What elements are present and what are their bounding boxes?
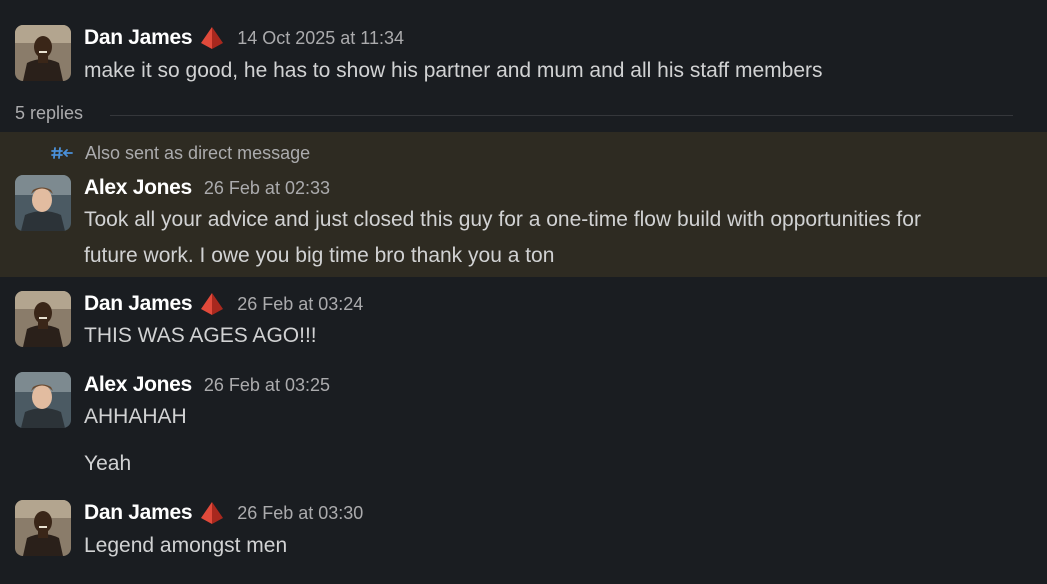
avatar-alex-jones[interactable] <box>15 175 71 231</box>
avatar-alex-jones-image <box>15 175 71 231</box>
avatar-dan-james[interactable] <box>15 25 71 81</box>
timestamp[interactable]: 26 Feb at 03:30 <box>237 503 363 524</box>
message-text: AHHAHAH <box>84 405 187 428</box>
red-pyramid-icon <box>199 501 225 525</box>
timestamp[interactable]: 14 Oct 2025 at 11:34 <box>237 28 404 49</box>
message-followup-text: Yeah <box>84 452 132 475</box>
avatar-dan-james[interactable] <box>15 291 71 347</box>
replies-divider <box>110 115 1013 116</box>
red-pyramid-icon <box>199 292 225 316</box>
also-sent-note: Also sent as direct message <box>51 141 310 165</box>
avatar-dan-james[interactable] <box>15 500 71 556</box>
also-sent-label: Also sent as direct message <box>85 142 311 163</box>
avatar-alex-jones-image <box>15 372 71 428</box>
hash-arrow-icon <box>51 145 73 161</box>
avatar-dan-james-image <box>15 291 71 347</box>
message-text-line-2: future work. I owe you big time bro than… <box>84 244 555 267</box>
message-text-line-1: Took all your advice and just closed thi… <box>84 208 921 231</box>
message-text: make it so good, he has to show his part… <box>84 59 823 82</box>
author-name[interactable]: Dan James <box>84 292 193 316</box>
timestamp[interactable]: 26 Feb at 03:24 <box>237 294 363 315</box>
author-name[interactable]: Dan James <box>84 501 193 525</box>
timestamp[interactable]: 26 Feb at 02:33 <box>204 178 330 199</box>
avatar-alex-jones[interactable] <box>15 372 71 428</box>
avatar-dan-james-image <box>15 25 71 81</box>
replies-count[interactable]: 5 replies <box>15 103 83 124</box>
author-name[interactable]: Alex Jones <box>84 373 192 397</box>
red-pyramid-icon <box>199 26 225 50</box>
message-text: THIS WAS AGES AGO!!! <box>84 324 317 347</box>
author-name[interactable]: Alex Jones <box>84 176 192 200</box>
message-text: Legend amongst men <box>84 534 288 557</box>
avatar-dan-james-image <box>15 500 71 556</box>
timestamp[interactable]: 26 Feb at 03:25 <box>204 375 330 396</box>
author-name[interactable]: Dan James <box>84 26 193 50</box>
